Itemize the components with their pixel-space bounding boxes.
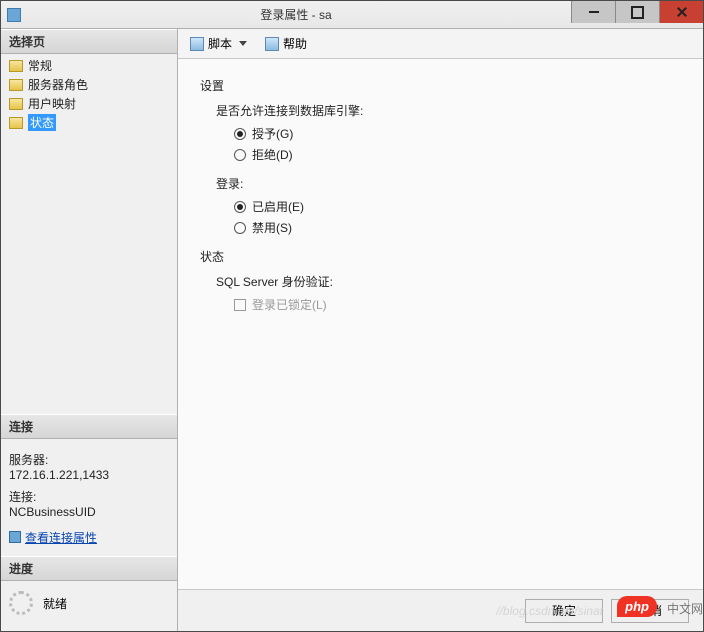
footer: //blog.csdn.net/sinat 确定 取消 php 中文网	[178, 589, 703, 631]
select-page-header: 选择页	[1, 29, 177, 54]
cancel-button[interactable]: 取消	[611, 599, 689, 623]
connect-permission-label: 是否允许连接到数据库引擎:	[216, 102, 703, 119]
grant-radio[interactable]: 授予(G)	[234, 125, 703, 142]
content: 脚本 帮助 设置 是否允许连接到数据库引擎: 授予(G)	[178, 29, 703, 631]
help-icon	[265, 37, 279, 51]
deny-label: 拒绝(D)	[252, 146, 293, 163]
conn-value: NCBusinessUID	[9, 505, 169, 519]
link-text: 查看连接属性	[25, 529, 97, 546]
login-group-label: 登录:	[216, 175, 703, 192]
maximize-button[interactable]	[615, 1, 659, 23]
sidebar-item-user-mapping[interactable]: 用户映射	[5, 94, 173, 113]
enabled-radio[interactable]: 已启用(E)	[234, 198, 703, 215]
window-title: 登录属性 - sa	[21, 6, 571, 23]
page-icon	[9, 60, 23, 72]
minimize-button[interactable]	[571, 1, 615, 23]
titlebar-left	[1, 8, 21, 22]
server-value: 172.16.1.221,1433	[9, 468, 169, 482]
connect-permission-group: 授予(G) 拒绝(D)	[234, 125, 703, 163]
lockout-group: 登录已锁定(L)	[234, 296, 703, 313]
radio-checked-icon	[234, 128, 246, 140]
login-locked-label: 登录已锁定(L)	[252, 296, 327, 313]
spacer	[1, 134, 177, 414]
sidebar-item-label: 状态	[28, 114, 56, 131]
content-body: 设置 是否允许连接到数据库引擎: 授予(G) 拒绝(D) 登录:	[178, 59, 703, 589]
ok-button[interactable]: 确定	[525, 599, 603, 623]
progress-block: 就绪	[1, 581, 177, 631]
connection-block: 服务器: 172.16.1.221,1433 连接: NCBusinessUID…	[1, 439, 177, 557]
progress-status: 就绪	[43, 595, 67, 612]
sql-auth-label: SQL Server 身份验证:	[216, 273, 703, 290]
script-icon	[190, 37, 204, 51]
radio-unchecked-icon	[234, 149, 246, 161]
titlebar: 登录属性 - sa	[1, 1, 703, 29]
chevron-down-icon	[239, 41, 247, 46]
sidebar-item-label: 用户映射	[28, 95, 76, 112]
page-icon	[9, 117, 23, 129]
help-button[interactable]: 帮助	[259, 32, 313, 55]
login-group: 已启用(E) 禁用(S)	[234, 198, 703, 236]
close-button[interactable]	[659, 1, 703, 23]
help-label: 帮助	[283, 35, 307, 52]
progress-header: 进度	[1, 556, 177, 581]
properties-icon	[9, 531, 21, 543]
cancel-label: 取消	[638, 602, 662, 619]
toolbar: 脚本 帮助	[178, 29, 703, 59]
ok-label: 确定	[552, 602, 576, 619]
sidebar-item-server-roles[interactable]: 服务器角色	[5, 75, 173, 94]
sidebar-item-label: 常规	[28, 57, 52, 74]
radio-unchecked-icon	[234, 222, 246, 234]
checkbox-unchecked-icon	[234, 299, 246, 311]
window-controls	[571, 1, 703, 28]
nav-list: 常规 服务器角色 用户映射 状态	[1, 54, 177, 134]
progress-spinner-icon	[9, 591, 33, 615]
deny-radio[interactable]: 拒绝(D)	[234, 146, 703, 163]
dialog-window: 登录属性 - sa 选择页 常规 服务器角色 用户映射	[0, 0, 704, 632]
script-button[interactable]: 脚本	[184, 32, 253, 55]
disabled-radio[interactable]: 禁用(S)	[234, 219, 703, 236]
connection-header: 连接	[1, 414, 177, 439]
app-icon	[7, 8, 21, 22]
sidebar-item-status[interactable]: 状态	[5, 113, 173, 132]
radio-checked-icon	[234, 201, 246, 213]
enabled-label: 已启用(E)	[252, 198, 304, 215]
login-locked-checkbox: 登录已锁定(L)	[234, 296, 703, 313]
settings-title: 设置	[200, 77, 703, 94]
status-title: 状态	[200, 248, 703, 265]
page-icon	[9, 98, 23, 110]
conn-label: 连接:	[9, 488, 169, 505]
disabled-label: 禁用(S)	[252, 219, 292, 236]
view-connection-properties-link[interactable]: 查看连接属性	[9, 529, 97, 546]
script-label: 脚本	[208, 35, 232, 52]
grant-label: 授予(G)	[252, 125, 293, 142]
server-label: 服务器:	[9, 451, 169, 468]
sidebar-item-label: 服务器角色	[28, 76, 88, 93]
sidebar-item-general[interactable]: 常规	[5, 56, 173, 75]
body: 选择页 常规 服务器角色 用户映射 状态	[1, 29, 703, 631]
sidebar: 选择页 常规 服务器角色 用户映射 状态	[1, 29, 178, 631]
page-icon	[9, 79, 23, 91]
